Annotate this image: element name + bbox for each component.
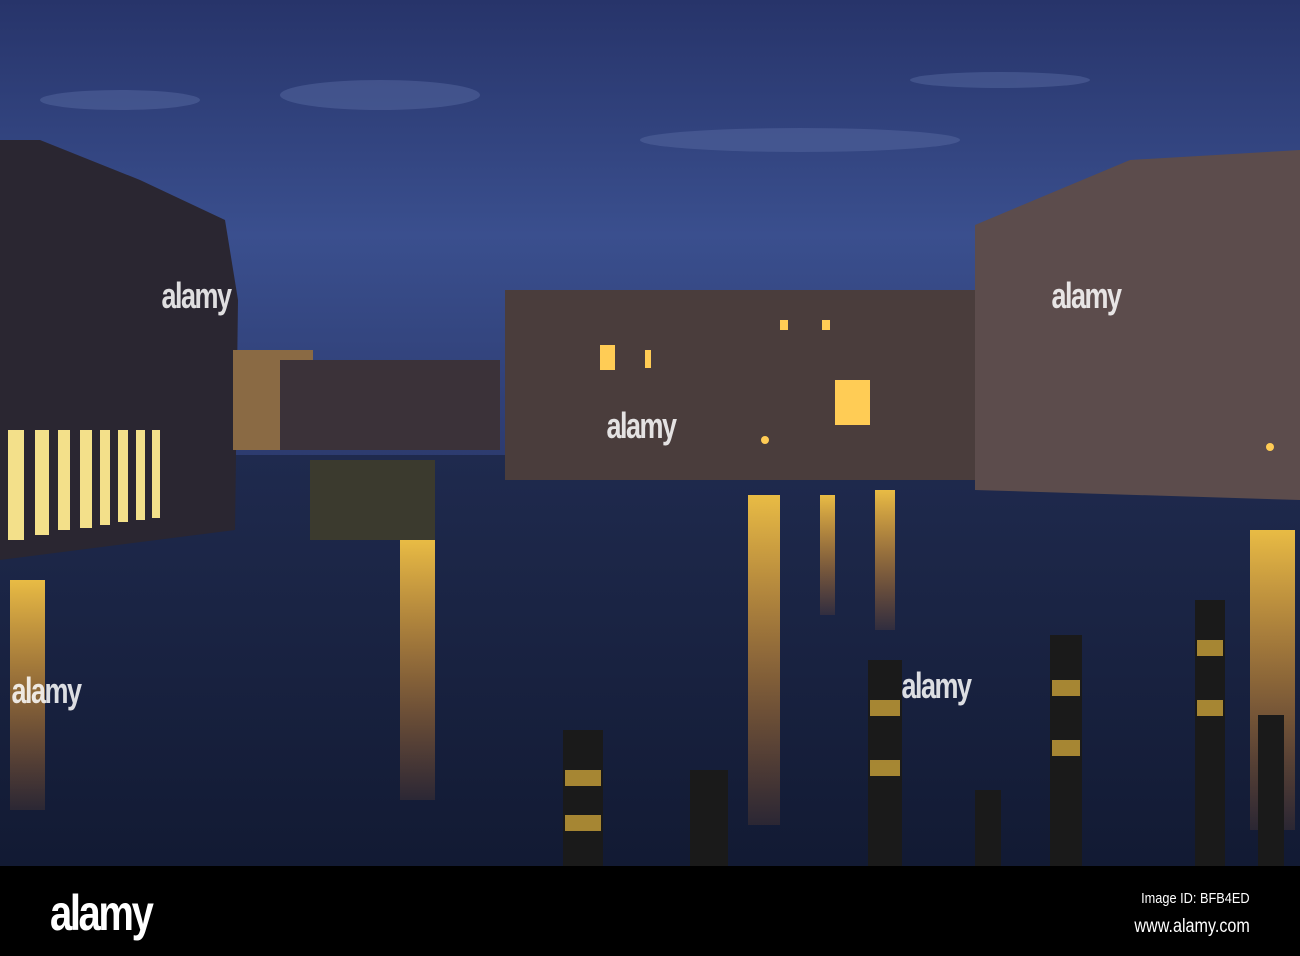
watermark: alamy — [11, 670, 83, 711]
watermark: alamy — [606, 405, 678, 446]
website-link[interactable]: www.alamy.com — [1135, 916, 1250, 938]
footer-bar: alamy Image ID: BFB4ED www.alamy.com — [0, 866, 1300, 956]
watermark: alamy — [901, 665, 973, 706]
alamy-logo[interactable]: alamy — [50, 884, 154, 942]
stock-photo-page: alamy alamy alamy alamy alamy alamy Imag… — [0, 0, 1300, 956]
watermark: alamy — [161, 275, 233, 316]
watermark: alamy — [1051, 275, 1123, 316]
vaporetto-stop — [310, 460, 435, 540]
image-id: Image ID: BFB4ED — [1141, 890, 1250, 907]
